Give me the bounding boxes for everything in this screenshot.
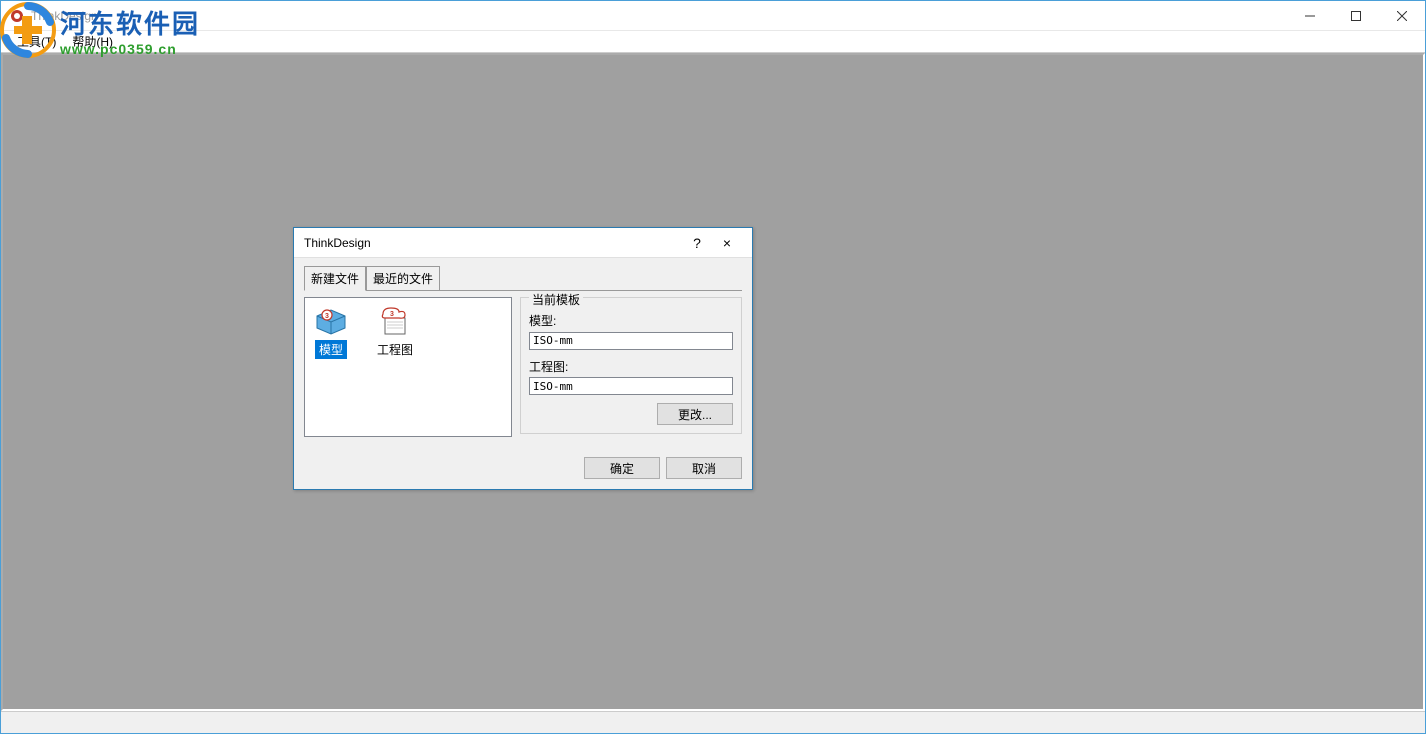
maximize-button[interactable] bbox=[1333, 1, 1379, 31]
file-type-model-label: 模型 bbox=[315, 340, 347, 359]
app-window: ThinkDesign 工具(T) 帮助(H) ThinkDesign ? × bbox=[0, 0, 1426, 734]
menubar: 工具(T) 帮助(H) bbox=[1, 31, 1425, 53]
template-box: 当前模板 模型: 工程图: bbox=[520, 297, 742, 437]
workspace: ThinkDesign ? × 新建文件 最近的文件 bbox=[1, 53, 1425, 711]
drawing-icon: 3 bbox=[377, 306, 413, 336]
change-template-button[interactable]: 更改... bbox=[657, 403, 733, 425]
dialog-body: 新建文件 最近的文件 bbox=[294, 258, 752, 447]
app-icon bbox=[9, 8, 25, 24]
dialog-title: ThinkDesign bbox=[304, 236, 682, 250]
svg-text:3: 3 bbox=[390, 311, 394, 318]
file-type-drawing[interactable]: 3 工程图 bbox=[373, 306, 417, 359]
menu-tools[interactable]: 工具(T) bbox=[9, 31, 64, 52]
window-title: ThinkDesign bbox=[31, 9, 98, 23]
minimize-button[interactable] bbox=[1287, 1, 1333, 31]
statusbar bbox=[1, 711, 1425, 733]
tab-content: 3 模型 bbox=[304, 290, 742, 437]
window-controls bbox=[1287, 1, 1425, 31]
model-icon: 3 bbox=[313, 306, 349, 336]
template-legend: 当前模板 bbox=[529, 291, 583, 308]
tab-new-file[interactable]: 新建文件 bbox=[304, 266, 366, 291]
model-template-label: 模型: bbox=[529, 312, 733, 329]
svg-text:3: 3 bbox=[325, 313, 329, 320]
dialog-help-button[interactable]: ? bbox=[682, 228, 712, 258]
model-template-input[interactable] bbox=[529, 332, 733, 350]
close-button[interactable] bbox=[1379, 1, 1425, 31]
template-fieldset: 当前模板 模型: 工程图: bbox=[520, 297, 742, 434]
dialog-titlebar[interactable]: ThinkDesign ? × bbox=[294, 228, 752, 258]
ok-button[interactable]: 确定 bbox=[584, 457, 660, 479]
dialog-tabs: 新建文件 最近的文件 bbox=[304, 266, 742, 291]
menu-help[interactable]: 帮助(H) bbox=[64, 31, 121, 52]
file-type-panel: 3 模型 bbox=[304, 297, 512, 437]
dialog-close-button[interactable]: × bbox=[712, 228, 742, 258]
file-type-model[interactable]: 3 模型 bbox=[313, 306, 349, 359]
dialog-footer: 确定 取消 bbox=[294, 447, 752, 489]
tab-recent-files[interactable]: 最近的文件 bbox=[366, 266, 440, 291]
cancel-button[interactable]: 取消 bbox=[666, 457, 742, 479]
new-file-dialog: ThinkDesign ? × 新建文件 最近的文件 bbox=[293, 227, 753, 490]
titlebar: ThinkDesign bbox=[1, 1, 1425, 31]
drawing-template-input[interactable] bbox=[529, 377, 733, 395]
file-type-drawing-label: 工程图 bbox=[373, 340, 417, 359]
drawing-template-label: 工程图: bbox=[529, 358, 733, 375]
